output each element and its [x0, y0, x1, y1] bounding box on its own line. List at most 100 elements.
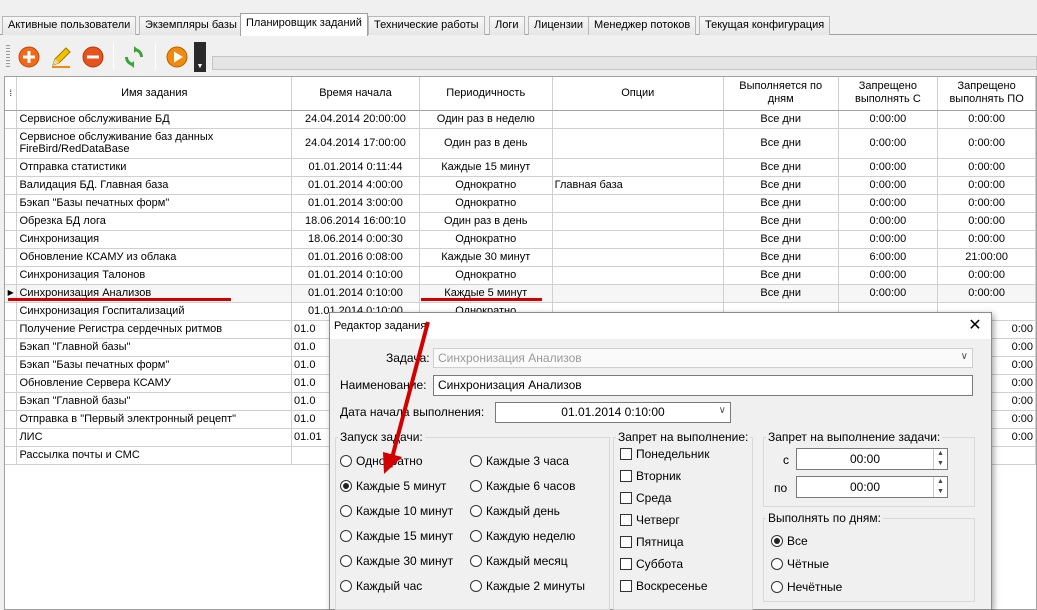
table-row[interactable]: Сервисное обслуживание баз данных FireBi… [5, 128, 1036, 159]
dropdown-icon[interactable]: ▼ [194, 42, 206, 72]
row-indicator[interactable] [5, 320, 18, 339]
row-indicator[interactable] [5, 266, 18, 285]
launch-option[interactable]: Каждые 30 минут [340, 554, 453, 570]
forbid-day-checkbox[interactable]: Воскресенье [620, 579, 708, 595]
launch-option[interactable]: Каждые 15 минут [340, 529, 453, 545]
launch-option[interactable]: Каждые 2 минуты [470, 579, 585, 595]
row-indicator[interactable] [5, 356, 18, 375]
launch-option[interactable]: Каждые 3 часа [470, 454, 569, 470]
launch-option[interactable]: Каждый месяц [470, 554, 568, 570]
to-time-spinner[interactable]: 00:00 ▲ ▼ [796, 476, 948, 498]
forbid-day-checkbox[interactable]: Четверг [620, 513, 680, 529]
radio-unchecked-icon[interactable] [340, 555, 352, 567]
radio-unchecked-icon[interactable] [340, 530, 352, 542]
row-indicator[interactable] [5, 374, 18, 393]
radio-unchecked-icon[interactable] [470, 505, 482, 517]
col-header-forbid-to[interactable]: Запрещено выполнять ПО [937, 77, 1036, 111]
row-indicator[interactable] [5, 230, 18, 249]
remove-icon[interactable] [81, 45, 105, 69]
tab-current-config[interactable]: Текущая конфигурация [699, 16, 831, 35]
row-indicator[interactable] [5, 176, 18, 195]
spin-up-icon[interactable]: ▲ [933, 477, 947, 487]
checkbox-icon[interactable] [620, 492, 632, 504]
radio-unchecked-icon[interactable] [470, 580, 482, 592]
col-header-periodicity[interactable]: Периодичность [419, 77, 553, 111]
launch-option[interactable]: Каждый час [340, 579, 422, 595]
checkbox-icon[interactable] [620, 514, 632, 526]
launch-option[interactable]: Каждые 10 минут [340, 504, 453, 520]
forbid-day-checkbox[interactable]: Суббота [620, 557, 683, 573]
spin-down-icon[interactable]: ▼ [933, 459, 947, 469]
radio-unchecked-icon[interactable] [771, 581, 783, 593]
table-row[interactable]: Валидация БД. Главная база 01.01.2014 4:0… [5, 176, 1036, 195]
tab-task-scheduler[interactable]: Планировщик заданий [240, 13, 368, 36]
refresh-icon[interactable] [122, 45, 146, 69]
task-select[interactable]: Синхронизация Анализов ∨ [433, 348, 973, 368]
spin-up-icon[interactable]: ▲ [933, 449, 947, 459]
radio-checked-icon[interactable] [771, 535, 783, 547]
col-header-name[interactable]: Имя задания [16, 77, 293, 111]
row-indicator[interactable] [5, 110, 18, 129]
checkbox-icon[interactable] [620, 580, 632, 592]
row-indicator[interactable] [5, 194, 18, 213]
col-header-forbid-from[interactable]: Запрещено выполнять С [838, 77, 939, 111]
col-header-days[interactable]: Выполняется по дням [723, 77, 839, 111]
row-indicator[interactable] [5, 446, 18, 465]
table-row[interactable]: Бэкап "Базы печатных форм" 01.01.2014 3:0… [5, 194, 1036, 213]
row-indicator[interactable] [5, 212, 18, 231]
tab-thread-manager[interactable]: Менеджер потоков [588, 16, 697, 35]
launch-option[interactable]: Каждые 6 часов [470, 479, 575, 495]
add-icon[interactable] [17, 45, 41, 69]
row-indicator[interactable] [5, 158, 18, 177]
radio-unchecked-icon[interactable] [340, 580, 352, 592]
launch-option[interactable]: Каждый день [470, 504, 560, 520]
run-days-option[interactable]: Чётные [771, 557, 829, 573]
run-days-option[interactable]: Все [771, 534, 808, 550]
column-chooser-icon[interactable]: ⁞ [5, 77, 18, 111]
radio-unchecked-icon[interactable] [470, 480, 482, 492]
checkbox-icon[interactable] [620, 558, 632, 570]
table-row[interactable]: Синхронизация Талонов 01.01.2014 0:10:00 О… [5, 266, 1036, 285]
table-row[interactable]: Отправка статистики 01.01.2014 0:11:44 Каж… [5, 158, 1036, 177]
start-date-picker[interactable]: 01.01.2014 0:10:00 ∨ [495, 402, 731, 423]
row-indicator[interactable] [5, 338, 18, 357]
col-header-options[interactable]: Опции [552, 77, 724, 111]
tab-db-instances[interactable]: Экземпляры базы [139, 16, 243, 35]
run-days-option[interactable]: Нечётные [771, 580, 842, 596]
radio-unchecked-icon[interactable] [470, 530, 482, 542]
row-indicator[interactable] [5, 248, 18, 267]
dialog-titlebar[interactable]: Редактор задания ✕ [330, 313, 991, 339]
checkbox-icon[interactable] [620, 448, 632, 460]
forbid-day-checkbox[interactable]: Среда [620, 491, 671, 507]
forbid-day-checkbox[interactable]: Понедельник [620, 447, 709, 463]
radio-unchecked-icon[interactable] [470, 455, 482, 467]
row-indicator[interactable] [5, 128, 18, 159]
launch-option[interactable]: Каждую неделю [470, 529, 575, 545]
row-indicator[interactable] [5, 302, 18, 321]
launch-option[interactable]: Однократно [340, 454, 423, 470]
radio-checked-icon[interactable] [340, 480, 352, 492]
radio-unchecked-icon[interactable] [771, 558, 783, 570]
checkbox-icon[interactable] [620, 536, 632, 548]
table-row[interactable]: Синхронизация 18.06.2014 0:00:30 Однократн… [5, 230, 1036, 249]
tab-logs[interactable]: Логи [489, 16, 525, 35]
tab-active-users[interactable]: Активные пользователи [2, 16, 137, 35]
tab-licenses[interactable]: Лицензии [528, 16, 590, 35]
name-field[interactable]: Синхронизация Анализов [433, 375, 973, 396]
edit-icon[interactable] [49, 45, 73, 69]
tab-maintenance[interactable]: Технические работы [368, 16, 485, 35]
spin-down-icon[interactable]: ▼ [933, 487, 947, 497]
close-icon[interactable]: ✕ [965, 316, 985, 336]
radio-unchecked-icon[interactable] [340, 455, 352, 467]
checkbox-icon[interactable] [620, 470, 632, 482]
toolbar-grip[interactable] [6, 45, 10, 67]
row-indicator[interactable] [5, 392, 18, 411]
radio-unchecked-icon[interactable] [340, 505, 352, 517]
forbid-day-checkbox[interactable]: Вторник [620, 469, 681, 485]
radio-unchecked-icon[interactable] [470, 555, 482, 567]
forbid-day-checkbox[interactable]: Пятница [620, 535, 684, 551]
table-row[interactable]: Обновление КСАМУ из облака 01.01.2016 0:0… [5, 248, 1036, 267]
launch-option[interactable]: Каждые 5 минут [340, 479, 446, 495]
col-header-start[interactable]: Время начала [291, 77, 420, 111]
run-icon[interactable] [165, 45, 189, 69]
